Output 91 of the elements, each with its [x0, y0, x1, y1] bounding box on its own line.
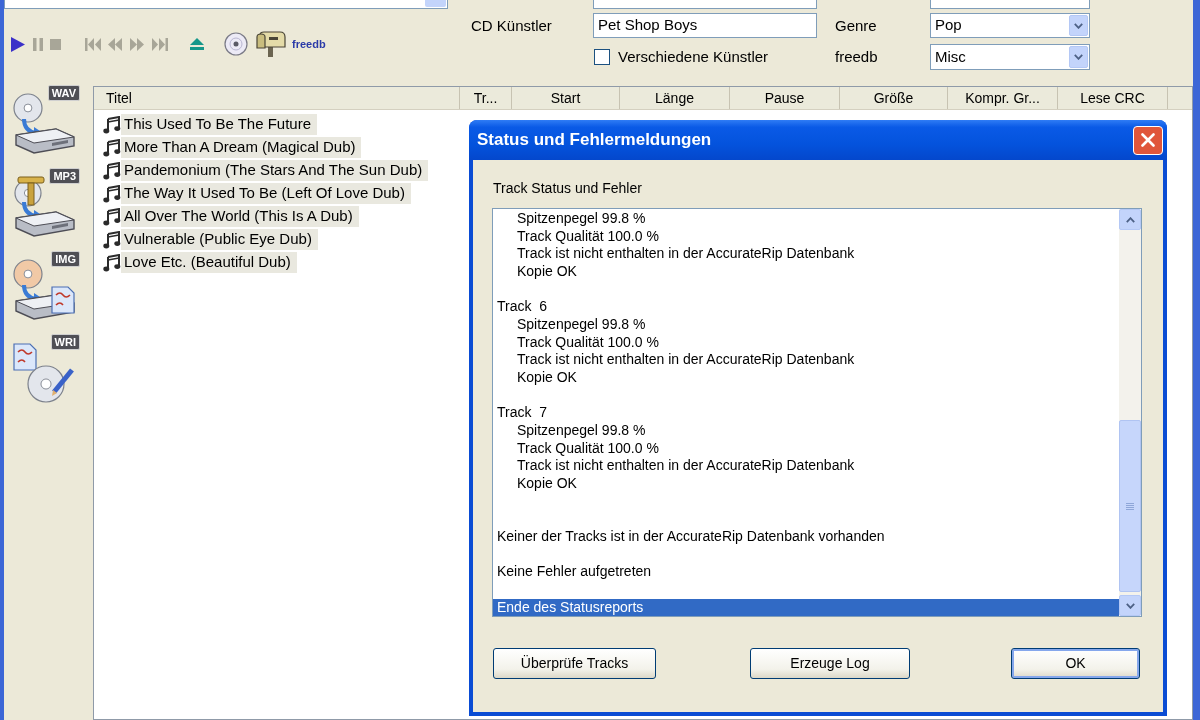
text-field[interactable] [593, 0, 817, 9]
track-title[interactable]: Love Etc. (Beautiful Dub) [121, 252, 297, 273]
field-label: CD Künstler [471, 16, 552, 34]
music-note-icon [103, 184, 121, 203]
scrollbar-thumb[interactable] [1119, 420, 1141, 592]
chevron-down-icon [1074, 54, 1083, 60]
track-title[interactable]: Pandemonium (The Stars And The Sun Dub) [121, 160, 429, 181]
skip-back-icon [85, 37, 101, 51]
chevron-down-icon [1125, 602, 1135, 609]
scroll-down-button[interactable] [1119, 595, 1141, 616]
list-item[interactable]: Track Qualität 100.0 % [517, 439, 659, 458]
chevron-down-icon [1074, 22, 1083, 29]
fast-forward-icon [130, 37, 144, 51]
field-label: Genre [835, 16, 877, 34]
dialog-button[interactable]: Erzeuge Log [750, 648, 910, 679]
music-note-icon [103, 253, 121, 272]
dialog-button[interactable]: Überprüfe Tracks [493, 648, 656, 679]
list-item[interactable]: Track Qualität 100.0 % [517, 227, 659, 246]
list-item[interactable]: Spitzenpegel 99.8 % [517, 316, 646, 334]
column-header[interactable]: Start [512, 87, 620, 109]
music-note-icon [103, 161, 121, 180]
text-field[interactable] [930, 0, 1090, 9]
dropdown-field[interactable] [4, 0, 448, 9]
list-item[interactable]: Track 7 [497, 404, 548, 423]
list-item[interactable]: Track ist nicht enthalten in der AccurateRip Datenbank [517, 351, 855, 370]
column-header[interactable]: Tr... [460, 87, 512, 109]
stop-icon [50, 38, 61, 50]
dropdown-button[interactable] [1069, 46, 1088, 68]
play-icon [11, 36, 25, 52]
list-item[interactable]: Track ist nicht enthalten in der AccurateRip Datenbank [517, 245, 855, 263]
list-item[interactable]: Track ist nicht enthalten in der AccurateRip Datenbank [517, 457, 855, 476]
track-title[interactable]: The Way It Used To Be (Left Of Love Dub) [121, 183, 411, 204]
column-header[interactable]: Länge [620, 87, 730, 109]
mailbox-button[interactable] [256, 31, 286, 57]
list-item[interactable]: Kopie OK [517, 369, 577, 387]
disc-to-drive-icon [12, 91, 76, 155]
format-button[interactable]: WAV [12, 85, 80, 155]
scroll-up-button[interactable] [1119, 209, 1141, 230]
chevron-up-icon [1125, 216, 1135, 223]
list-item[interactable]: Track Qualität 100.0 % [517, 333, 659, 352]
list-item[interactable]: Kopie OK [517, 475, 577, 493]
scrollbar[interactable] [1119, 209, 1141, 616]
format-button[interactable]: WRI [12, 334, 80, 404]
dropdown-button[interactable] [1069, 15, 1088, 36]
track-title[interactable]: More Than A Dream (Magical Dub) [121, 137, 362, 158]
column-header[interactable]: Titel [94, 87, 460, 109]
format-button[interactable]: MP3 [12, 168, 80, 238]
dialog-title: Status und Fehlermeldungen [477, 129, 712, 152]
close-button[interactable] [1133, 125, 1163, 155]
dropdown-field[interactable]: Misc [930, 44, 1090, 70]
pause-icon [33, 37, 43, 51]
document-disc-pencil-icon [12, 340, 76, 404]
mailbox-icon [256, 31, 286, 57]
list-item[interactable]: Spitzenpegel 99.8 % [517, 210, 646, 228]
column-header[interactable]: Pause [730, 87, 840, 109]
skip-forward-icon [152, 37, 168, 51]
dropdown-field[interactable]: Pop [930, 13, 1090, 38]
list-item[interactable]: Track 6 [497, 298, 548, 317]
eject-button[interactable] [190, 38, 204, 50]
disc-icon [224, 32, 248, 56]
music-note-icon [103, 230, 121, 249]
field-label: freedb [835, 48, 878, 65]
list-item[interactable]: Keiner der Tracks ist in der AccurateRip Datenbank vorhanden [497, 528, 885, 546]
checkbox-label[interactable]: Verschiedene Künstler [618, 45, 769, 69]
checkbox[interactable] [594, 49, 610, 65]
track-title[interactable]: Vulnerable (Public Eye Dub) [121, 229, 318, 250]
column-header[interactable]: Lese CRC [1058, 87, 1168, 109]
disc-drive-document-icon [12, 257, 76, 321]
list-item[interactable]: Ende des Statusreports [493, 598, 1119, 616]
rewind-icon [108, 37, 122, 51]
group-label: Track Status und Fehler [493, 180, 643, 196]
music-note-icon [103, 207, 121, 226]
track-title[interactable]: This Used To Be The Future [121, 114, 318, 135]
freedb-button[interactable]: freedb [292, 37, 326, 51]
music-note-icon [103, 115, 121, 134]
column-header[interactable]: Größe [840, 87, 948, 109]
play-button[interactable] [11, 36, 25, 52]
dialog-button[interactable]: OK [1011, 648, 1140, 679]
format-button[interactable]: IMG [12, 251, 80, 321]
grip-icon [1126, 502, 1134, 510]
disc-clamp-drive-icon [12, 174, 76, 238]
text-field[interactable]: Pet Shop Boys [593, 13, 817, 38]
music-note-icon [103, 138, 121, 157]
column-header[interactable]: Kompr. Gr... [948, 87, 1058, 109]
track-title[interactable]: All Over The World (This Is A Dub) [121, 206, 359, 227]
close-icon [1141, 133, 1155, 147]
disc-button[interactable] [224, 32, 248, 56]
list-item[interactable]: Keine Fehler aufgetreten [497, 563, 652, 582]
eject-icon [190, 38, 204, 50]
list-item[interactable]: Kopie OK [517, 263, 577, 281]
list-item[interactable]: Spitzenpegel 99.8 % [517, 422, 646, 440]
